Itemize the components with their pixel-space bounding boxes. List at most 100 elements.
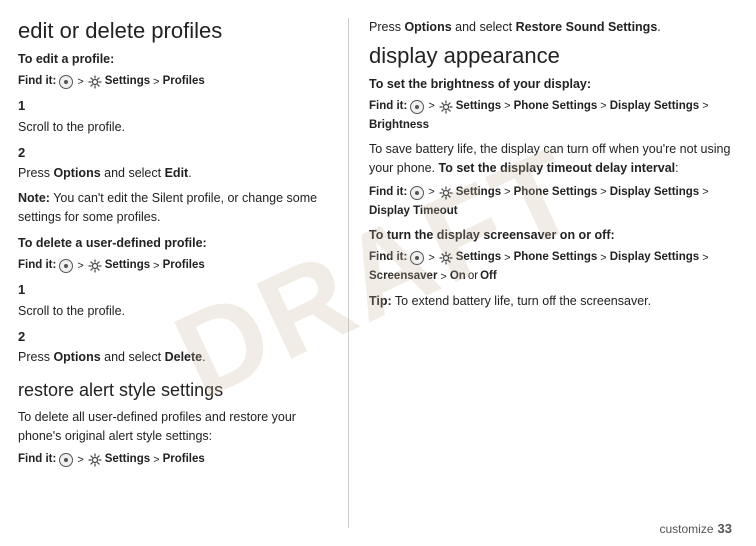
edit-find-it-line: Find it: > Settings > Profiles — [18, 73, 328, 90]
arrow-8: > — [504, 98, 510, 115]
page-footer: customize 33 — [660, 521, 733, 536]
footer-number: 33 — [718, 521, 732, 536]
settings-icon-1 — [88, 75, 102, 89]
display-heading: display appearance — [369, 43, 748, 69]
note-prefix: Note: — [18, 191, 50, 205]
find-it-label-6: Find it: — [369, 249, 407, 266]
arrow-15: > — [428, 250, 434, 267]
restore-heading: restore alert style settings — [18, 377, 328, 404]
edit-profile-label: To edit a profile: — [18, 50, 328, 69]
screensaver-nav-text: Screensaver — [369, 268, 437, 285]
page-container: edit or delete profiles To edit a profil… — [0, 0, 756, 546]
settings-text-2: Settings — [105, 257, 150, 274]
find-it-label-3: Find it: — [18, 451, 56, 468]
step-2-prefix: Press — [18, 166, 53, 180]
note-content: You can't edit the Silent profile, or ch… — [18, 191, 317, 224]
arrow-6: > — [153, 452, 159, 469]
options-label-2: Options — [53, 350, 100, 364]
settings-text-4: Settings — [456, 98, 501, 115]
arrow-11: > — [428, 184, 434, 201]
arrow-18: > — [702, 250, 708, 267]
tip-block: Tip: To extend battery life, turn off th… — [369, 292, 748, 311]
off-text: Off — [480, 268, 497, 285]
arrow-7: > — [428, 98, 434, 115]
arrow-12: > — [504, 184, 510, 201]
restore-instructions: Press Options and select Restore Sound S… — [369, 18, 748, 37]
arrow-19: > — [440, 269, 446, 286]
arrow-3: > — [77, 258, 83, 275]
edit-label-text: Edit — [165, 166, 189, 180]
timeout-find-it-line: Find it: > Settings > Phone Settings > D… — [369, 184, 748, 221]
note-block: Note: You can't edit the Silent profile,… — [18, 189, 328, 227]
display-settings-text-3: Display Settings — [610, 249, 699, 266]
phone-settings-text-2: Phone Settings — [514, 184, 598, 201]
arrow-4: > — [153, 258, 159, 275]
display-timeout-text: Display Timeout — [369, 203, 458, 220]
arrow-5: > — [77, 452, 83, 469]
arrow-14: > — [702, 184, 708, 201]
settings-icon-3 — [88, 453, 102, 467]
brightness-label: To set the brightness of your display: — [369, 75, 748, 94]
nav-dot-icon-6 — [410, 251, 424, 265]
settings-text-3: Settings — [105, 451, 150, 468]
footer-word: customize — [660, 522, 714, 536]
nav-dot-icon-3 — [59, 453, 73, 467]
delete-find-it-line: Find it: > Settings > Profiles — [18, 257, 328, 274]
profiles-text-2: Profiles — [163, 257, 205, 274]
step-4-prefix: Press — [18, 350, 53, 364]
screensaver-label: To turn the display screensaver on or of… — [369, 226, 748, 245]
step-1-text: Scroll to the profile. — [18, 118, 328, 137]
brightness-find-it-line: Find it: > Settings > Phone Settings > D… — [369, 98, 748, 135]
nav-dot-icon-1 — [59, 75, 73, 89]
nav-dot-icon-4 — [410, 100, 424, 114]
settings-text-5: Settings — [456, 184, 501, 201]
arrow-16: > — [504, 250, 510, 267]
tip-prefix: Tip: — [369, 294, 392, 308]
step-2-text: Press Options and select Edit. — [18, 164, 328, 183]
main-heading: edit or delete profiles — [18, 18, 328, 44]
step-4-suffix: and select — [101, 350, 165, 364]
arrow-13: > — [600, 184, 606, 201]
step-1-num: 1 — [18, 96, 328, 116]
nav-dot-icon-5 — [410, 186, 424, 200]
settings-icon-5 — [439, 186, 453, 200]
settings-icon-4 — [439, 100, 453, 114]
restore-para: To delete all user-defined profiles and … — [18, 408, 328, 446]
step-3-text: Scroll to the profile. — [18, 302, 328, 321]
profiles-text-3: Profiles — [163, 451, 205, 468]
timeout-bold: To set the display timeout delay interva… — [439, 161, 676, 175]
arrow-1: > — [77, 74, 83, 91]
arrow-9: > — [600, 98, 606, 115]
delete-label-text: Delete — [165, 350, 203, 364]
options-label-1: Options — [53, 166, 100, 180]
settings-icon-2 — [88, 259, 102, 273]
settings-text-6: Settings — [456, 249, 501, 266]
arrow-10: > — [702, 98, 708, 115]
step-4-num: 2 — [18, 327, 328, 347]
step-3-num: 1 — [18, 280, 328, 300]
display-settings-text-1: Display Settings — [610, 98, 699, 115]
settings-text-1: Settings — [105, 73, 150, 90]
find-it-label-1: Find it: — [18, 73, 56, 90]
tip-content: To extend battery life, turn off the scr… — [392, 294, 651, 308]
find-it-label-2: Find it: — [18, 257, 56, 274]
or-text: or — [468, 268, 478, 285]
screensaver-find-it-line: Find it: > Settings > Phone Settings > D… — [369, 249, 748, 286]
arrow-2: > — [153, 74, 159, 91]
phone-settings-text-1: Phone Settings — [514, 98, 598, 115]
on-text: On — [450, 268, 466, 285]
restore-sound-text: Restore Sound Settings — [516, 20, 658, 34]
nav-dot-icon-2 — [59, 259, 73, 273]
display-settings-text-2: Display Settings — [610, 184, 699, 201]
delete-profile-label: To delete a user-defined profile: — [18, 234, 328, 253]
restore-find-it-line: Find it: > Settings > Profiles — [18, 451, 328, 468]
phone-settings-text-3: Phone Settings — [514, 249, 598, 266]
step-2-suffix: and select — [101, 166, 165, 180]
brightness-para: To save battery life, the display can tu… — [369, 140, 748, 178]
profiles-text-1: Profiles — [163, 73, 205, 90]
find-it-label-4: Find it: — [369, 98, 407, 115]
find-it-label-5: Find it: — [369, 184, 407, 201]
right-column: Press Options and select Restore Sound S… — [348, 18, 748, 528]
arrow-17: > — [600, 250, 606, 267]
step-2-num: 2 — [18, 143, 328, 163]
